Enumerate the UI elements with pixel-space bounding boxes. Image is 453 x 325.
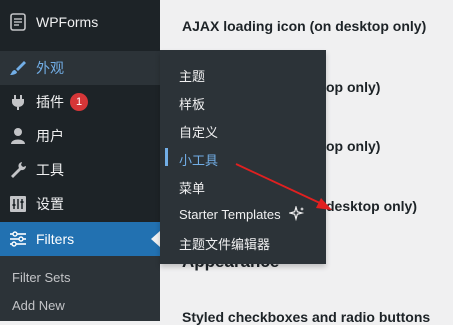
annotation-arrow bbox=[235, 163, 332, 210]
